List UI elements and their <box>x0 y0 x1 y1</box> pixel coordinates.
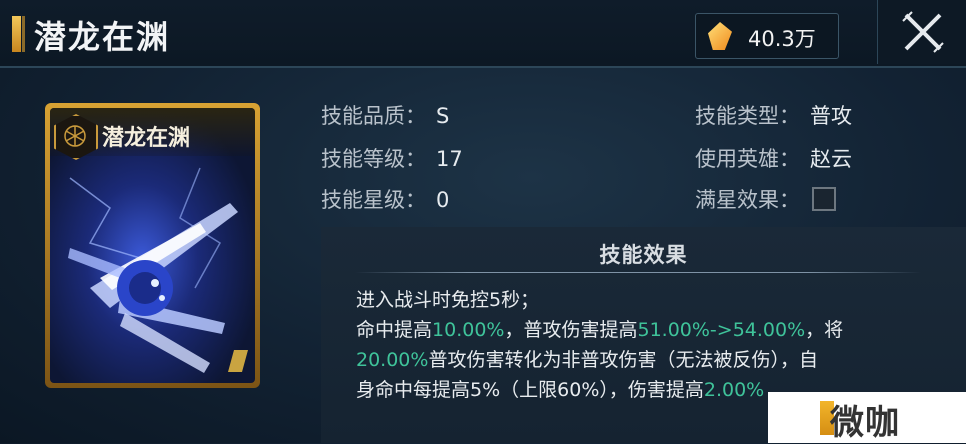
info-value: S <box>436 104 450 128</box>
title-accent-mark <box>12 16 25 52</box>
info-label: 使用英雄： <box>695 147 800 171</box>
currency-display: 40.3万 <box>695 13 839 59</box>
close-icon <box>902 11 944 53</box>
info-value: 赵云 <box>810 147 852 171</box>
watermark: 微咖 <box>768 392 966 443</box>
info-label: 技能等级： <box>321 147 426 171</box>
page-title: 潜龙在渊 <box>34 18 171 56</box>
header-bar: 潜龙在渊 40.3万 <box>0 0 966 68</box>
card-skill-name: 潜龙在渊 <box>102 125 191 151</box>
effect-title: 技能效果 <box>599 243 688 267</box>
info-value: 0 <box>436 188 450 212</box>
info-value: 17 <box>436 147 463 171</box>
info-label: 技能品质： <box>321 104 426 128</box>
effect-line: 进入战斗时免控5秒； <box>356 289 540 311</box>
divider <box>355 272 921 273</box>
skill-card: 潜龙在渊 <box>45 103 260 388</box>
info-value: 普攻 <box>810 104 852 128</box>
crystal-icon <box>708 22 732 50</box>
info-quality: 技能品质： S <box>321 100 449 130</box>
close-button[interactable] <box>877 0 966 64</box>
watermark-text: 微咖 <box>830 403 900 443</box>
effect-line: 命中提高10.00%，普攻伤害提高51.00%->54.00%，将 <box>356 319 844 341</box>
info-label: 满星效果： <box>695 188 800 212</box>
info-max-star-effect: 满星效果： <box>695 184 836 214</box>
info-level: 技能等级： 17 <box>321 143 463 173</box>
effect-line: 20.00%普攻伤害转化为非普攻伤害（无法被反伤），自 <box>356 349 818 371</box>
currency-value: 40.3万 <box>748 27 816 51</box>
skill-art-image <box>68 167 238 373</box>
info-label: 技能星级： <box>321 188 426 212</box>
info-star-level: 技能星级： 0 <box>321 184 449 214</box>
info-skill-type: 技能类型： 普攻 <box>695 100 852 130</box>
info-label: 技能类型： <box>695 104 800 128</box>
max-star-checkbox[interactable] <box>812 187 836 211</box>
effect-description: 进入战斗时免控5秒； 命中提高10.00%，普攻伤害提高51.00%->54.0… <box>356 285 916 405</box>
info-hero: 使用英雄： 赵云 <box>695 143 852 173</box>
